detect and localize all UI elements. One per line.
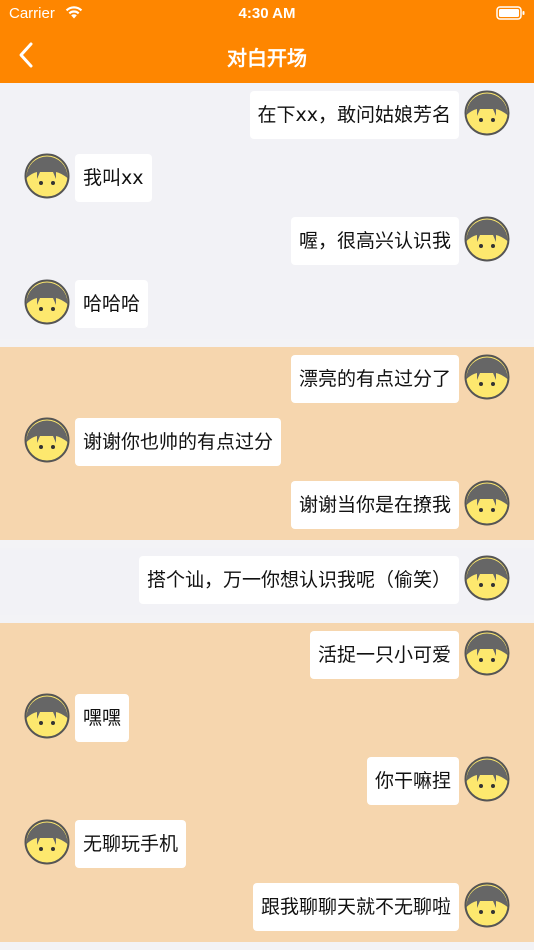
received-message-row: 无聊玩手机 [0, 817, 534, 869]
message-bubble[interactable]: 跟我聊聊天就不无聊啦 [252, 883, 459, 931]
received-message-row: 我叫xx [0, 151, 534, 203]
navigation-bar: Carrier 4:30 AM 对白开场 [0, 0, 534, 83]
chat-section: 漂亮的有点过分了 谢谢你也帅的有点过分 谢谢当你是在撩我 [0, 347, 534, 540]
message-bubble[interactable]: 谢谢当你是在撩我 [290, 481, 459, 529]
nav-header: 对白开场 [0, 28, 534, 83]
chat-section: 搭个讪，万一你想认识我呢（偷笑） [0, 548, 534, 615]
my-avatar-icon[interactable] [464, 882, 510, 928]
sent-message-row: 谢谢当你是在撩我 [0, 478, 534, 530]
sent-message-row: 喔，很高兴认识我 [0, 214, 534, 266]
chat-section: 活捉一只小可爱嘿嘿你干嘛捏无聊玩手机跟我聊聊天就不无聊啦 [0, 623, 534, 942]
partner-avatar-icon[interactable] [24, 153, 70, 199]
my-avatar-icon[interactable] [464, 354, 510, 400]
partner-avatar-icon[interactable] [24, 693, 70, 739]
sent-message-row: 搭个讪，万一你想认识我呢（偷笑） [0, 553, 534, 605]
sent-message-row: 你干嘛捏 [0, 754, 534, 806]
my-avatar-icon[interactable] [464, 630, 510, 676]
my-avatar-icon[interactable] [464, 756, 510, 802]
sent-message-row: 跟我聊聊天就不无聊啦 [0, 880, 534, 932]
received-message-row: 哈哈哈 [0, 277, 534, 329]
battery-icon [496, 6, 525, 20]
message-bubble[interactable]: 无聊玩手机 [75, 820, 187, 868]
message-bubble[interactable]: 搭个讪，万一你想认识我呢（偷笑） [138, 556, 459, 604]
message-bubble[interactable]: 我叫xx [75, 154, 152, 202]
chat-list[interactable]: 在下xx，敢问姑娘芳名我叫xx 喔，很高兴认识我哈哈哈漂亮的有点过分了 谢谢你也帅的… [0, 83, 534, 950]
sent-message-row: 活捉一只小可爱 [0, 628, 534, 680]
message-bubble[interactable]: 活捉一只小可爱 [309, 631, 459, 679]
message-bubble[interactable]: 谢谢你也帅的有点过分 [75, 418, 282, 466]
received-message-row: 谢谢你也帅的有点过分 [0, 415, 534, 467]
partner-avatar-icon[interactable] [24, 819, 70, 865]
my-avatar-icon[interactable] [464, 216, 510, 262]
chat-section: 在下xx，敢问姑娘芳名我叫xx 喔，很高兴认识我哈哈哈 [0, 83, 534, 339]
message-bubble[interactable]: 嘿嘿 [75, 694, 130, 742]
status-bar: Carrier 4:30 AM [0, 0, 534, 28]
received-message-row: 嘿嘿 [0, 691, 534, 743]
partner-avatar-icon[interactable] [24, 279, 70, 325]
message-bubble[interactable]: 你干嘛捏 [366, 757, 459, 805]
message-bubble[interactable]: 漂亮的有点过分了 [290, 355, 459, 403]
my-avatar-icon[interactable] [464, 90, 510, 136]
page-title: 对白开场 [227, 46, 307, 70]
message-bubble[interactable]: 在下xx，敢问姑娘芳名 [249, 91, 459, 139]
partner-avatar-icon[interactable] [24, 417, 70, 463]
my-avatar-icon[interactable] [464, 480, 510, 526]
sent-message-row: 漂亮的有点过分了 [0, 352, 534, 404]
message-bubble[interactable]: 哈哈哈 [75, 280, 149, 328]
my-avatar-icon[interactable] [464, 555, 510, 601]
message-bubble[interactable]: 喔，很高兴认识我 [290, 217, 459, 265]
status-time: 4:30 AM [238, 5, 296, 22]
sent-message-row: 在下xx，敢问姑娘芳名 [0, 88, 534, 140]
